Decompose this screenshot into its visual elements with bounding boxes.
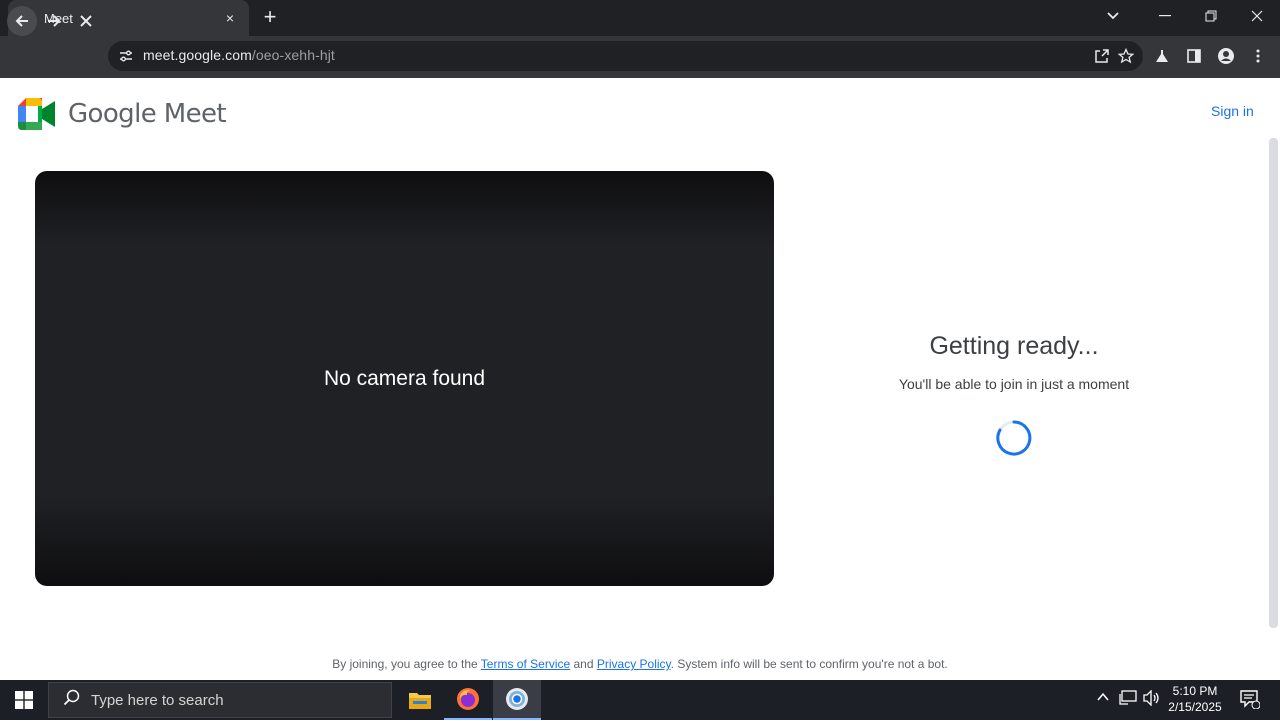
file-explorer-icon[interactable] [396,680,444,720]
privacy-link[interactable]: Privacy Policy [597,657,671,671]
legal-suffix: . System info will be sent to confirm yo… [670,657,948,671]
labs-icon[interactable] [1150,45,1174,67]
restore-icon[interactable] [1188,0,1234,32]
side-panel-icon[interactable] [1182,45,1206,67]
windows-icon[interactable] [0,680,48,720]
terms-link[interactable]: Terms of Service [481,657,570,671]
site-info-icon[interactable] [118,48,134,64]
url-host: meet.google.com [143,47,252,63]
profile-icon[interactable] [1214,45,1238,67]
getting-ready-title: Getting ready... [929,332,1099,360]
new-tab-button[interactable]: + [258,6,282,30]
scrollbar[interactable] [1269,138,1278,628]
share-icon[interactable] [1090,45,1114,67]
video-preview: No camera found [35,171,774,586]
legal-notice: By joining, you agree to the Terms of Se… [0,657,1280,671]
close-tab-icon[interactable]: × [221,10,239,26]
search-placeholder: Type here to search [91,691,224,709]
minimize-icon[interactable] [1142,0,1188,32]
no-camera-message: No camera found [323,366,486,390]
tab-search-icon[interactable] [1090,0,1136,32]
chrome-icon[interactable] [493,680,541,720]
loading-spinner-icon [996,420,1032,456]
network-icon[interactable] [1119,690,1137,709]
legal-prefix: By joining, you agree to the [332,657,481,671]
stop-icon[interactable] [71,6,101,36]
search-icon [63,689,81,712]
brand-title: Google Meet [68,99,227,129]
google-meet-logo-icon [18,98,56,130]
url-path: /oeo-xehh-hjt [251,47,335,63]
clock-time: 5:10 PM [1172,684,1218,698]
clock-date: 2/15/2025 [1168,700,1222,714]
getting-ready-subtitle: You'll be able to join in just a moment [898,376,1130,392]
sign-in-link[interactable]: Sign in [1211,103,1254,119]
legal-and: and [570,657,597,671]
firefox-icon[interactable] [444,680,492,720]
back-icon[interactable] [7,6,37,36]
taskbar-search-box[interactable]: Type here to search [48,682,392,718]
volume-icon[interactable] [1143,689,1161,709]
menu-icon[interactable] [1246,45,1270,67]
url-text: meet.google.com/oeo-xehh-hjt [143,47,335,63]
star-icon[interactable] [1114,45,1138,67]
close-window-icon[interactable] [1234,0,1280,32]
taskbar-clock[interactable]: 5:10 PM 2/15/2025 [1160,683,1230,715]
notification-icon[interactable] [1240,689,1261,712]
forward-icon[interactable] [39,6,69,36]
chevron-up-icon[interactable] [1096,690,1110,707]
